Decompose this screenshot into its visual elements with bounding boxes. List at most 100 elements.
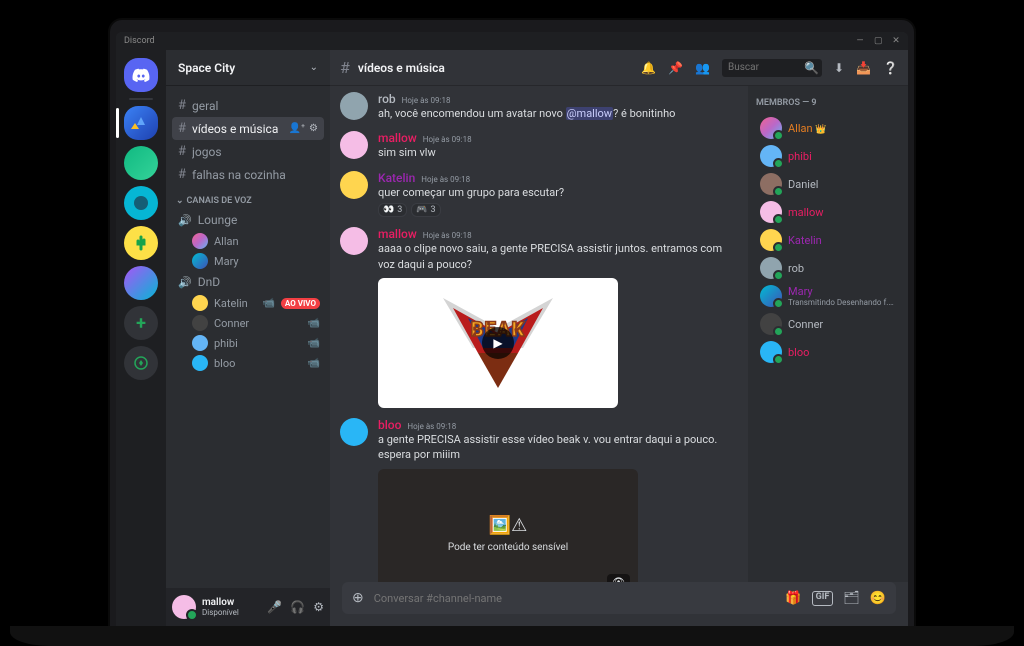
explore-button[interactable] <box>124 346 158 380</box>
avatar <box>760 341 782 363</box>
pinned-button[interactable]: 📌 <box>668 61 683 75</box>
member-item[interactable]: Katelin <box>756 226 900 254</box>
video-icon: 📹 <box>308 358 320 369</box>
add-server-button[interactable]: + <box>124 306 158 340</box>
channel-geral[interactable]: #geral <box>172 94 324 117</box>
deafen-button[interactable]: 🎧 <box>290 600 305 614</box>
mute-button[interactable]: 🎤 <box>267 600 282 614</box>
server-item[interactable] <box>124 266 158 300</box>
voice-user-phibi[interactable]: phibi📹 <box>172 333 324 353</box>
voice-dnd[interactable]: 🔊DnD <box>172 271 324 293</box>
gif-button[interactable]: GIF <box>812 591 834 606</box>
mention[interactable]: @mallow <box>566 107 613 120</box>
server-icon <box>132 194 150 212</box>
voice-user-katelin[interactable]: Katelin📹AO VIVO <box>172 293 324 313</box>
member-item[interactable]: rob <box>756 254 900 282</box>
channel-videos-musica[interactable]: #vídeos e música👤⁺⚙ <box>172 117 324 140</box>
voice-user-conner[interactable]: Conner📹 <box>172 313 324 333</box>
member-item[interactable]: mallow <box>756 198 900 226</box>
avatar <box>192 335 208 351</box>
gift-button[interactable]: 🎁 <box>785 591 801 606</box>
sensitive-icon: 🖼️⚠ <box>489 515 528 536</box>
member-item[interactable]: bloo <box>756 338 900 366</box>
attach-button[interactable]: ⊕ <box>352 590 364 606</box>
message-author[interactable]: bloo <box>378 418 401 432</box>
sticker-button[interactable]: 🗂 <box>843 591 860 606</box>
member-item[interactable]: Mary Transmitindo Desenhando f.a.? <box>756 282 900 310</box>
avatar[interactable] <box>340 418 368 446</box>
live-badge: AO VIVO <box>281 298 320 309</box>
app-name: Discord <box>124 36 155 46</box>
voice-lounge[interactable]: 🔊Lounge <box>172 209 324 231</box>
server-space-city[interactable] <box>124 106 158 140</box>
invite-icon[interactable]: 👤⁺ <box>289 123 305 134</box>
avatar <box>192 295 208 311</box>
user-settings-button[interactable]: ⚙ <box>313 600 324 614</box>
message: mallowHoje às 09:18 aaaa o clipe novo sa… <box>340 227 738 408</box>
channel-falhas[interactable]: #falhas na cozinha <box>172 163 324 186</box>
settings-icon[interactable]: ⚙ <box>309 123 318 134</box>
message-author[interactable]: rob <box>378 92 396 106</box>
member-item[interactable]: Daniel <box>756 170 900 198</box>
reveal-button[interactable]: 👁 <box>607 574 630 582</box>
user-avatar[interactable] <box>172 595 196 619</box>
user-info[interactable]: mallow Disponível <box>202 597 261 617</box>
message-time: Hoje às 09:18 <box>423 231 472 240</box>
voice-user-mary[interactable]: Mary <box>172 251 324 271</box>
members-toggle-button[interactable]: 👥 <box>695 61 710 75</box>
titlebar: Discord — ▢ ✕ <box>116 32 908 50</box>
avatar[interactable] <box>340 131 368 159</box>
voice-category[interactable]: ⌄CANAIS DE VOZ <box>172 186 324 209</box>
message-input[interactable] <box>374 592 776 605</box>
member-item[interactable]: phibi <box>756 142 900 170</box>
message-author[interactable]: mallow <box>378 131 417 145</box>
discord-logo-icon <box>132 68 150 82</box>
server-item[interactable] <box>124 186 158 220</box>
server-header[interactable]: Space City ⌄ <box>166 50 330 86</box>
avatar <box>760 173 782 195</box>
home-button[interactable] <box>124 58 158 92</box>
message-author[interactable]: mallow <box>378 227 417 241</box>
voice-user-bloo[interactable]: bloo📹 <box>172 353 324 373</box>
channel-jogos[interactable]: #jogos <box>172 140 324 163</box>
reaction[interactable]: 🎮3 <box>411 203 440 217</box>
speaker-icon: 🔊 <box>178 214 192 227</box>
close-button[interactable]: ✕ <box>892 36 900 46</box>
minimize-button[interactable]: — <box>856 36 864 46</box>
search-input[interactable] <box>728 62 798 73</box>
members-sidebar: MEMBROS — 9 Allan 👑 phibi Daniel mallow … <box>748 86 908 582</box>
voice-user-allan[interactable]: Allan <box>172 231 324 251</box>
server-list: + <box>116 50 166 626</box>
help-button[interactable]: ❔ <box>883 61 898 75</box>
message-author[interactable]: Katelin <box>378 171 415 185</box>
message: KatelinHoje às 09:18 quer começar um gru… <box>340 171 738 217</box>
chat-header: # vídeos e música 🔔 📌 👥 🔍 ⬇ 📥 ❔ <box>330 50 908 86</box>
emoji-button[interactable]: 😊 <box>870 591 886 606</box>
server-icon <box>131 115 151 131</box>
play-button[interactable]: ▶ <box>482 327 514 359</box>
hash-icon: # <box>178 144 186 159</box>
server-separator <box>129 98 153 100</box>
avatar <box>760 229 782 251</box>
avatar <box>760 257 782 279</box>
search-box[interactable]: 🔍 <box>722 59 822 77</box>
avatar[interactable] <box>340 171 368 199</box>
server-item[interactable] <box>124 146 158 180</box>
crown-icon: 👑 <box>815 125 826 135</box>
user-panel: mallow Disponível 🎤 🎧 ⚙ <box>166 588 330 626</box>
avatar[interactable] <box>340 92 368 120</box>
member-activity: Transmitindo Desenhando f.a.? <box>788 298 896 307</box>
member-item[interactable]: Allan 👑 <box>756 114 900 142</box>
member-name: mallow <box>788 206 896 219</box>
reaction[interactable]: 👀3 <box>378 203 407 217</box>
avatar[interactable] <box>340 227 368 255</box>
member-item[interactable]: Conner <box>756 310 900 338</box>
inbox-button[interactable]: 📥 <box>856 61 871 75</box>
server-item[interactable] <box>124 226 158 260</box>
notifications-button[interactable]: 🔔 <box>641 61 656 75</box>
maximize-button[interactable]: ▢ <box>874 36 882 46</box>
avatar <box>192 355 208 371</box>
video-embed[interactable]: BEAK ▶ <box>378 278 618 408</box>
message-time: Hoje às 09:18 <box>423 135 472 144</box>
download-button[interactable]: ⬇ <box>834 61 844 75</box>
